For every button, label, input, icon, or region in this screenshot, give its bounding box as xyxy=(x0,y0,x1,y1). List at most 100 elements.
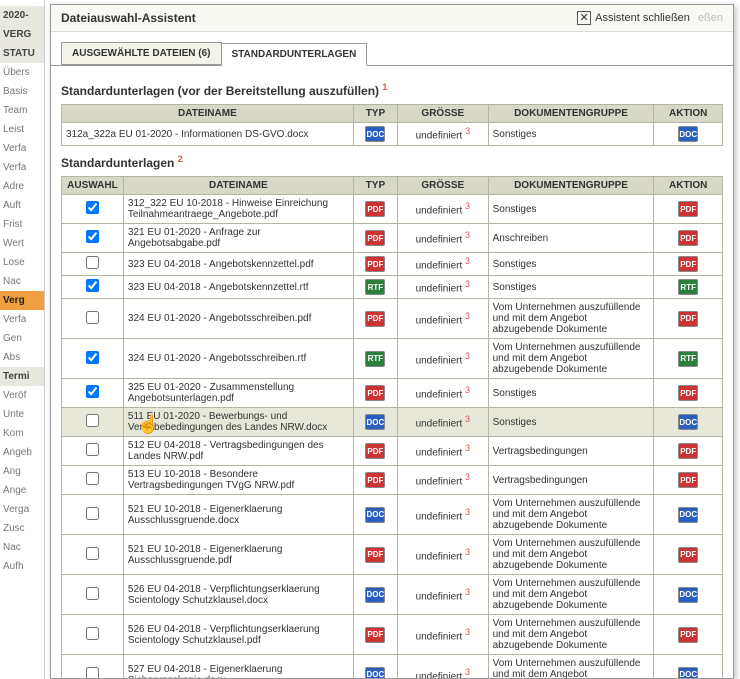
th-typ: TYP xyxy=(353,177,397,195)
doc-group: Vom Unternehmen auszufüllende und mit de… xyxy=(488,535,654,575)
file-name: 321 EU 01-2020 - Anfrage zur Angebotsabg… xyxy=(123,224,353,253)
file-type: DOC xyxy=(353,495,397,535)
doc-group: Vertragsbedingungen xyxy=(488,437,654,466)
file-size: undefiniert 3 xyxy=(398,123,489,146)
doc-icon: DOC xyxy=(365,507,385,523)
row-checkbox[interactable] xyxy=(86,311,99,324)
modal-title: Dateiauswahl-Assistent xyxy=(61,11,196,25)
pdf-icon: PDF xyxy=(365,256,385,272)
download-pdf-button[interactable]: PDF xyxy=(678,256,698,272)
download-pdf-button[interactable]: PDF xyxy=(678,443,698,459)
file-size: undefiniert 3 xyxy=(398,495,489,535)
file-type: PDF xyxy=(353,437,397,466)
close-wizard-button[interactable]: ✕ Assistent schließen xyxy=(577,11,690,25)
file-name: 323 EU 04-2018 - Angebotskennzettel.pdf xyxy=(123,253,353,276)
download-doc-button[interactable]: DOC xyxy=(678,414,698,430)
action-cell: DOC xyxy=(654,655,723,679)
row-checkbox[interactable] xyxy=(86,587,99,600)
file-name: 324 EU 01-2020 - Angebotsschreiben.rtf xyxy=(123,339,353,379)
file-name: 513 EU 10-2018 - Besondere Vertragsbedin… xyxy=(123,466,353,495)
file-size: undefiniert 3 xyxy=(398,437,489,466)
pdf-icon: PDF xyxy=(365,385,385,401)
action-cell: PDF xyxy=(654,466,723,495)
download-doc-button[interactable]: DOC xyxy=(678,507,698,523)
file-name: 511 EU 01-2020 - Bewerbungs- und Vergabe… xyxy=(123,408,353,437)
download-doc-button[interactable]: DOC xyxy=(678,587,698,603)
doc-icon: DOC xyxy=(365,667,385,679)
download-pdf-button[interactable]: PDF xyxy=(678,627,698,643)
row-checkbox[interactable] xyxy=(86,414,99,427)
close-icon: ✕ xyxy=(577,11,591,25)
tab-standard-docs[interactable]: STANDARDUNTERLAGEN xyxy=(221,43,368,66)
table-row: 323 EU 04-2018 - Angebotskennzettel.pdf P… xyxy=(62,253,723,276)
pdf-icon: PDF xyxy=(365,311,385,327)
th-akt: AKTION xyxy=(654,105,723,123)
file-size: undefiniert 3 xyxy=(398,466,489,495)
download-doc-button[interactable]: DOC xyxy=(678,126,698,142)
file-name: 312a_322a EU 01-2020 - Informationen DS-… xyxy=(62,123,354,146)
file-type: RTF xyxy=(353,339,397,379)
doc-group: Sonstiges xyxy=(488,379,654,408)
file-size: undefiniert 3 xyxy=(398,299,489,339)
tab-selected-files[interactable]: AUSGEWÄHLTE DATEIEN (6) xyxy=(61,42,222,65)
th-name: DATEINAME xyxy=(123,177,353,195)
row-checkbox[interactable] xyxy=(86,385,99,398)
file-name: 521 EU 10-2018 - Eigenerklaerung Ausschl… xyxy=(123,535,353,575)
row-checkbox[interactable] xyxy=(86,230,99,243)
file-size: undefiniert 3 xyxy=(398,379,489,408)
row-checkbox[interactable] xyxy=(86,201,99,214)
row-checkbox[interactable] xyxy=(86,627,99,640)
download-rtf-button[interactable]: RTF xyxy=(678,279,698,295)
download-rtf-button[interactable]: RTF xyxy=(678,351,698,367)
download-pdf-button[interactable]: PDF xyxy=(678,547,698,563)
action-cell: RTF xyxy=(654,339,723,379)
pdf-icon: PDF xyxy=(365,201,385,217)
row-checkbox[interactable] xyxy=(86,443,99,456)
doc-group: Vom Unternehmen auszufüllende und mit de… xyxy=(488,299,654,339)
action-cell: DOC xyxy=(654,495,723,535)
table-row: 513 EU 10-2018 - Besondere Vertragsbedin… xyxy=(62,466,723,495)
action-cell: PDF xyxy=(654,195,723,224)
doc-group: Sonstiges xyxy=(488,253,654,276)
row-checkbox[interactable] xyxy=(86,279,99,292)
row-checkbox[interactable] xyxy=(86,351,99,364)
download-pdf-button[interactable]: PDF xyxy=(678,472,698,488)
file-size: undefiniert 3 xyxy=(398,253,489,276)
file-size: undefiniert 3 xyxy=(398,535,489,575)
table-row: 325 EU 01-2020 - Zusammenstellung Angebo… xyxy=(62,379,723,408)
file-name: 521 EU 10-2018 - Eigenerklaerung Ausschl… xyxy=(123,495,353,535)
file-size: undefiniert 3 xyxy=(398,195,489,224)
file-selection-wizard-modal: Dateiauswahl-Assistent ✕ Assistent schli… xyxy=(50,4,734,679)
file-type: DOC xyxy=(353,123,397,146)
download-pdf-button[interactable]: PDF xyxy=(678,230,698,246)
download-pdf-button[interactable]: PDF xyxy=(678,311,698,327)
download-pdf-button[interactable]: PDF xyxy=(678,201,698,217)
row-checkbox[interactable] xyxy=(86,667,99,679)
th-gr: GRÖSSE xyxy=(398,177,489,195)
file-name: 512 EU 04-2018 - Vertragsbedingungen des… xyxy=(123,437,353,466)
table-row: ☝511 EU 01-2020 - Bewerbungs- und Vergab… xyxy=(62,408,723,437)
row-checkbox[interactable] xyxy=(86,472,99,485)
action-cell: PDF xyxy=(654,253,723,276)
row-checkbox[interactable] xyxy=(86,507,99,520)
table-row: 321 EU 01-2020 - Anfrage zur Angebotsabg… xyxy=(62,224,723,253)
doc-icon: DOC xyxy=(365,587,385,603)
download-doc-button[interactable]: DOC xyxy=(678,667,698,679)
bg-text-fragment: eßen xyxy=(698,12,723,24)
th-akt: AKTION xyxy=(654,177,723,195)
th-sel: AUSWAHL xyxy=(62,177,124,195)
doc-group: Sonstiges xyxy=(488,276,654,299)
row-checkbox[interactable] xyxy=(86,547,99,560)
th-gr: GRÖSSE xyxy=(398,105,489,123)
file-name: 526 EU 04-2018 - Verpflichtungserklaerun… xyxy=(123,615,353,655)
file-name: 325 EU 01-2020 - Zusammenstellung Angebo… xyxy=(123,379,353,408)
file-type: PDF xyxy=(353,535,397,575)
row-checkbox[interactable] xyxy=(86,256,99,269)
file-type: DOC xyxy=(353,408,397,437)
download-pdf-button[interactable]: PDF xyxy=(678,385,698,401)
doc-icon: DOC xyxy=(365,126,385,142)
file-size: undefiniert 3 xyxy=(398,408,489,437)
table-row: 312a_322a EU 01-2020 - Informationen DS-… xyxy=(62,123,723,146)
file-type: PDF xyxy=(353,379,397,408)
table-row: 521 EU 10-2018 - Eigenerklaerung Ausschl… xyxy=(62,535,723,575)
